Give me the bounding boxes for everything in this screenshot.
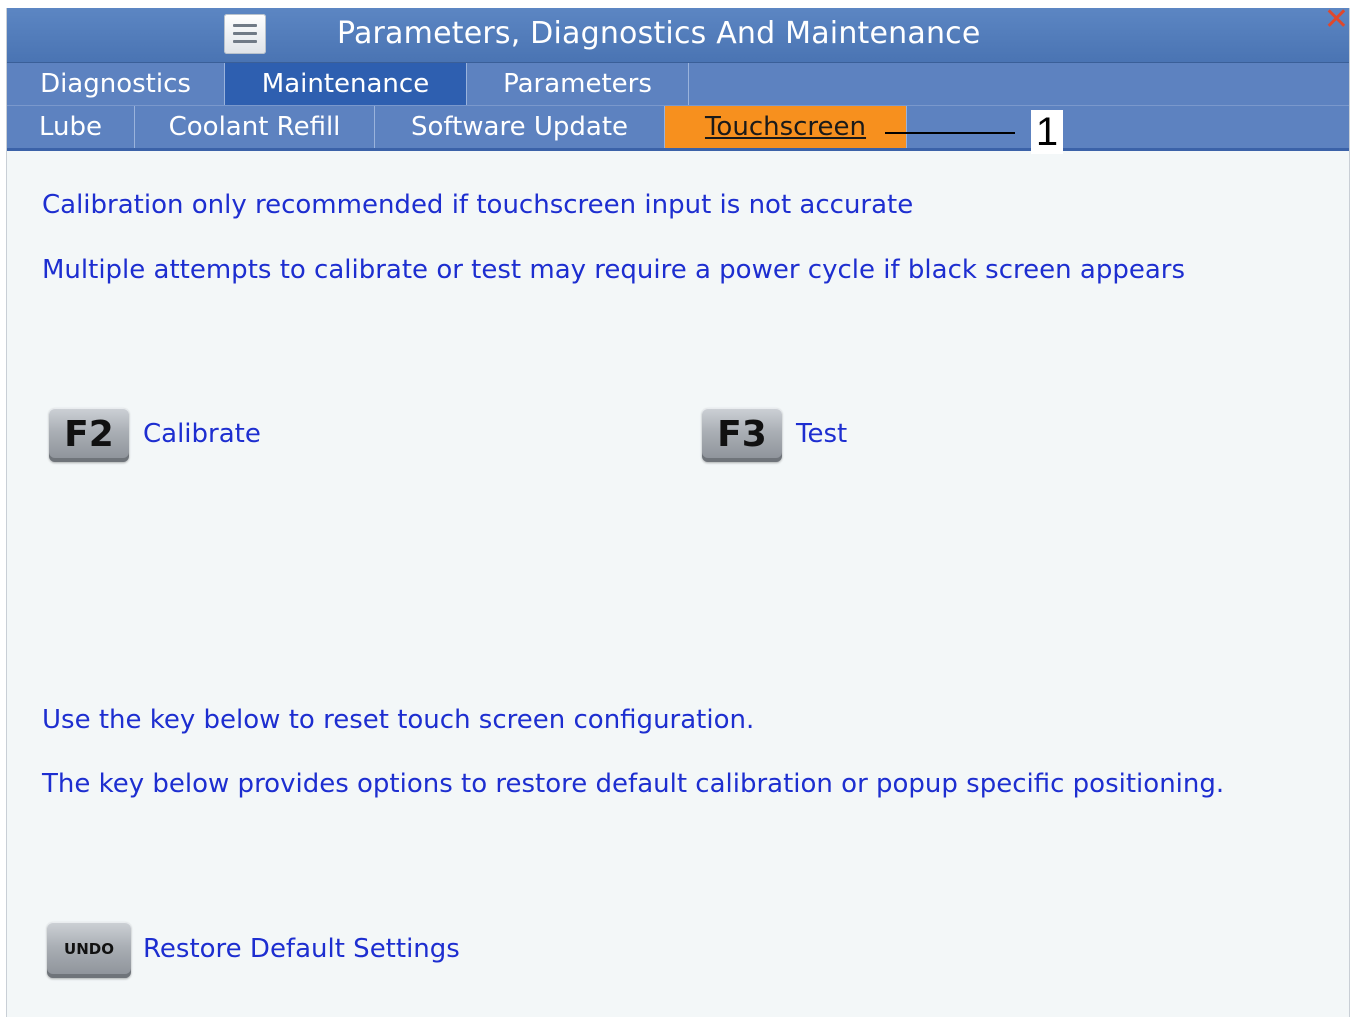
tab-maintenance[interactable]: Maintenance (225, 63, 467, 105)
close-icon[interactable]: ✕ (1324, 8, 1349, 37)
tab-software-update[interactable]: Software Update (375, 106, 665, 148)
tab-coolant-refill[interactable]: Coolant Refill (135, 106, 375, 148)
f2-key[interactable]: F2 (49, 408, 129, 462)
tab-parameters[interactable]: Parameters (467, 63, 689, 105)
secondary-tab-bar: Lube Coolant Refill Software Update Touc… (7, 106, 1349, 151)
tab-diagnostics[interactable]: Diagnostics (7, 63, 225, 105)
callout-number: 1 (1031, 110, 1063, 154)
test-label: Test (796, 419, 848, 449)
primary-tab-bar: Diagnostics Maintenance Parameters (7, 63, 1349, 106)
undo-key[interactable]: UNDO (47, 922, 131, 978)
hamburger-menu-icon[interactable] (224, 14, 266, 54)
calibrate-label: Calibrate (143, 419, 261, 449)
calibration-note: Calibration only recommended if touchscr… (42, 190, 914, 220)
restore-note: The key below provides options to restor… (42, 769, 1225, 799)
tab-touchscreen[interactable]: Touchscreen (665, 106, 907, 148)
callout-leader-line (885, 132, 1015, 134)
f3-key[interactable]: F3 (702, 408, 782, 462)
maintenance-window: Parameters, Diagnostics And Maintenance … (6, 8, 1350, 1017)
tab-lube[interactable]: Lube (7, 106, 135, 148)
power-cycle-note: Multiple attempts to calibrate or test m… (42, 255, 1185, 285)
restore-default-settings-label: Restore Default Settings (143, 934, 460, 964)
title-bar: Parameters, Diagnostics And Maintenance … (7, 8, 1349, 63)
reset-note: Use the key below to reset touch screen … (42, 705, 755, 735)
window-title: Parameters, Diagnostics And Maintenance (337, 16, 981, 51)
